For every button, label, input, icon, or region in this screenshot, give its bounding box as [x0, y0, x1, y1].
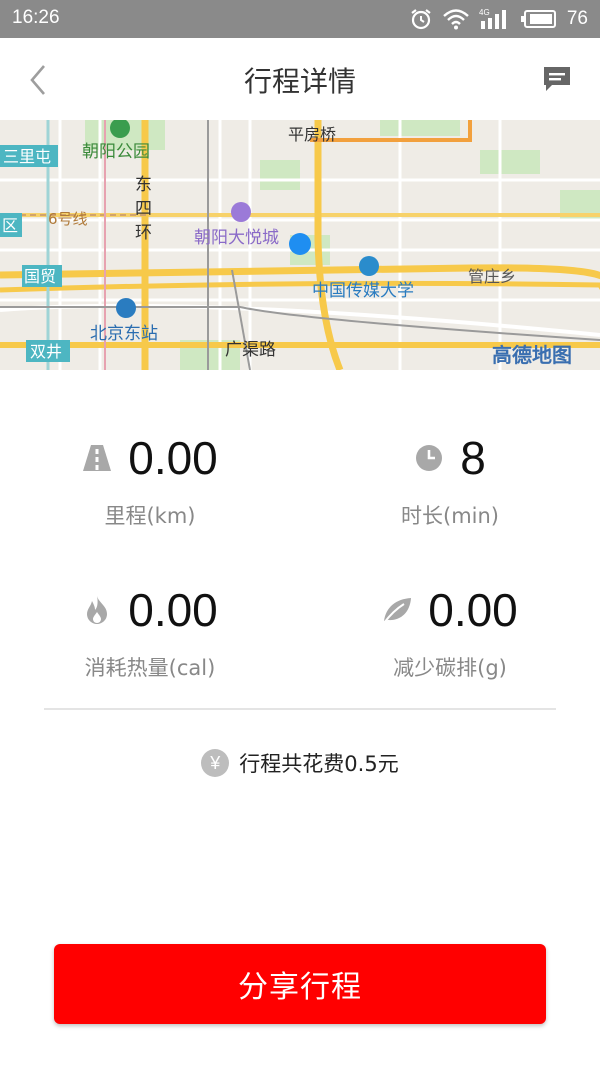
current-location-marker: [289, 233, 311, 255]
leaf-icon: [383, 598, 412, 624]
flame-icon: [87, 596, 108, 624]
divider: [44, 708, 556, 710]
duration-value: 8: [460, 432, 486, 484]
page-title: 行程详情: [243, 65, 356, 98]
map-label-cuc: 中国传媒大学: [312, 281, 414, 301]
battery-level: 76: [566, 8, 588, 29]
status-icons: 4G 76: [409, 5, 588, 33]
network-type-label: 4G: [479, 8, 490, 17]
wifi-icon: [443, 9, 469, 30]
status-bar: 16:26 4G 76: [0, 0, 600, 38]
stat-duration: 8 时长(min): [300, 428, 600, 538]
map-label-dongsihuan-1: 东: [135, 175, 152, 195]
stat-carbon: 0.00 减少碳排(g): [300, 580, 600, 690]
signal-icon: 4G: [479, 8, 506, 29]
share-trip-button[interactable]: 分享行程: [54, 944, 546, 1024]
carbon-label: 减少碳排(g): [393, 656, 507, 680]
map-label-guanzhuangxiang: 管庄乡: [468, 267, 516, 286]
alarm-icon: [411, 9, 431, 30]
stat-distance: 0.00 里程(km): [0, 428, 300, 538]
status-time: 16:26: [12, 7, 60, 28]
map-label-guangqu-road: 广渠路: [225, 340, 276, 360]
clock-icon: [416, 445, 443, 471]
map-label-beijing-east: 北京东站: [90, 324, 158, 344]
duration-label: 时长(min): [401, 504, 499, 528]
trip-cost-text: 行程共花费0.5元: [239, 752, 399, 776]
trip-cost: ¥ 行程共花费0.5元: [0, 746, 600, 780]
calories-value: 0.00: [128, 584, 218, 636]
map-label-joy-city: 朝阳大悦城: [194, 228, 279, 248]
battery-icon: [520, 10, 556, 28]
map-label-guomao: 国贸: [24, 267, 56, 286]
map-label-chaoyang-park: 朝阳公园: [82, 142, 150, 162]
map-label-shuangjing: 双井: [30, 342, 62, 361]
calories-label: 消耗热量(cal): [84, 656, 216, 680]
distance-label: 里程(km): [104, 504, 196, 528]
carbon-value: 0.00: [428, 584, 518, 636]
map-label-dongsihuan-2: 四: [135, 199, 152, 219]
distance-value: 0.00: [128, 432, 218, 484]
map-label-dongsihuan-3: 环: [135, 223, 152, 243]
stat-calories: 0.00 消耗热量(cal): [0, 580, 300, 690]
message-icon[interactable]: [542, 64, 572, 94]
road-icon: [83, 445, 112, 471]
map-label-district: 区: [2, 216, 18, 235]
header: 行程详情: [0, 38, 600, 120]
yen-icon: ¥: [201, 749, 230, 777]
map-provider-logo: 高德地图: [492, 343, 572, 367]
map-label-sanlitun: 三里屯: [3, 147, 51, 166]
trip-map[interactable]: 三里屯 朝阳公园 平房桥 东 四 环 6号线 区 朝阳大悦城 国贸 中国传媒大学…: [0, 120, 600, 370]
map-label-pingfangqiao: 平房桥: [288, 125, 336, 144]
map-label-line6: 6号线: [48, 210, 88, 228]
